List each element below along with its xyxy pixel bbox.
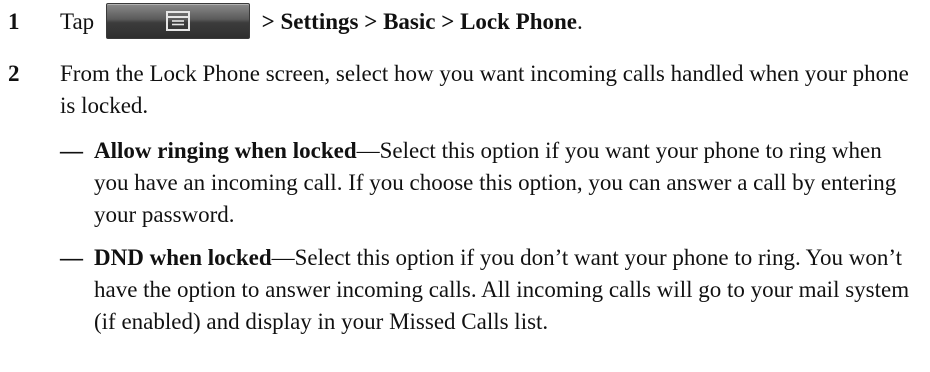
option-title: DND when locked: [94, 245, 272, 270]
step-number: 1: [8, 9, 20, 34]
option-dnd: — DND when locked—Select this option if …: [60, 242, 920, 338]
settings-path: > Settings > Basic > Lock Phone: [261, 9, 577, 34]
step-prefix: Tap: [60, 9, 95, 34]
option-allow-ringing: — Allow ringing when locked—Select this …: [60, 135, 920, 231]
menu-button[interactable]: [105, 2, 250, 39]
menu-icon: [165, 10, 190, 31]
option-title: Allow ringing when locked: [94, 138, 357, 163]
bullet-dash: —: [60, 138, 83, 163]
step-text: Tap > Settings > Basic > Lock Phone.: [60, 2, 920, 39]
step-suffix: .: [577, 9, 583, 34]
step-text: From the Lock Phone screen, select how y…: [60, 61, 909, 118]
step-number: 2: [8, 61, 20, 86]
bullet-dash: —: [60, 245, 83, 270]
